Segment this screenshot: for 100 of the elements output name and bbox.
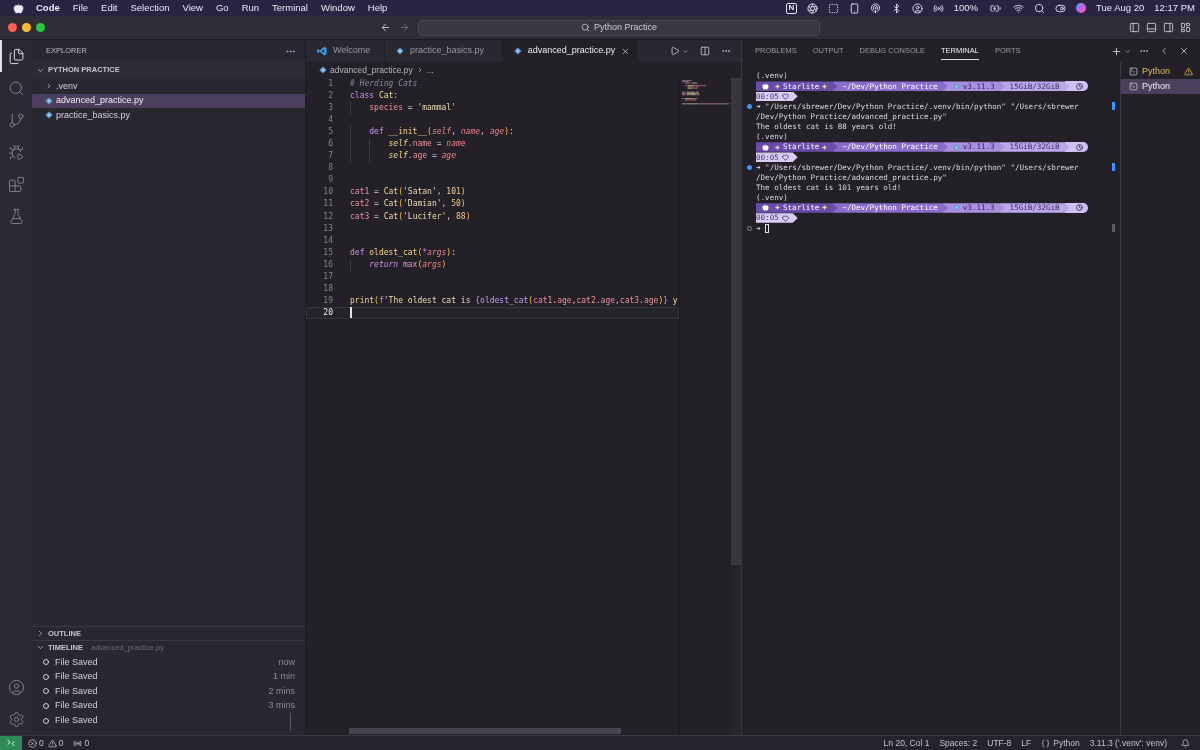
breadcrumb-item[interactable]: ...: [426, 63, 434, 77]
sparkle-icon: [775, 83, 780, 89]
plus-icon[interactable]: [1111, 45, 1122, 57]
chevron-down-icon[interactable]: [682, 47, 689, 55]
orb-icon[interactable]: [1076, 3, 1087, 13]
line-number: 11: [322, 198, 333, 211]
apple-icon[interactable]: [13, 2, 24, 14]
broadcast-icon[interactable]: [869, 2, 881, 14]
broadcast-waves-icon[interactable]: [932, 2, 944, 14]
forward-arrow-icon[interactable]: [399, 22, 410, 33]
remote-button[interactable]: [0, 736, 22, 750]
layout-icon[interactable]: [1180, 22, 1191, 33]
broadcast-waves-icon: [73, 738, 83, 748]
editor-tab[interactable]: advanced_practice.py: [503, 40, 637, 62]
close-icon[interactable]: [1179, 46, 1189, 56]
bell-icon[interactable]: [1181, 738, 1190, 748]
window-minimize-icon[interactable]: [22, 23, 31, 32]
back-arrow-icon[interactable]: [380, 22, 391, 33]
tree-item[interactable]: .venv: [32, 79, 305, 94]
split-editor-icon[interactable]: [700, 46, 710, 56]
tree-item[interactable]: advanced_practice.py: [32, 93, 305, 108]
ring-icon: [43, 688, 49, 695]
chevron-down-icon[interactable]: [1124, 47, 1131, 55]
line-number: 16: [322, 258, 333, 271]
menu-item[interactable]: Edit: [101, 0, 118, 16]
error-icon: [28, 738, 37, 748]
heart-icon: [781, 92, 789, 100]
menu-item[interactable]: View: [182, 0, 203, 16]
status-item[interactable]: 3.11.3 ('.venv': venv): [1089, 736, 1167, 750]
timestamp: 1 min: [273, 670, 295, 684]
minimap[interactable]: [682, 80, 730, 106]
apple-icon: [762, 82, 769, 90]
file-type-icon: [514, 47, 522, 55]
status-item[interactable]: Ln 20, Col 1: [883, 736, 930, 750]
scrollbar-thumb[interactable]: [289, 713, 291, 731]
timeline-entry[interactable]: File Saved: [55, 655, 98, 670]
timeline-entry[interactable]: File Saved: [55, 670, 98, 684]
code-line: self.name = name: [350, 138, 466, 151]
menu-item[interactable]: Go: [215, 0, 229, 16]
menu-bar-clock[interactable]: 12:17 PM: [1154, 0, 1195, 16]
sparkle-icon: [822, 144, 828, 150]
window-close-icon[interactable]: [8, 23, 17, 32]
terminal-session[interactable]: Python: [1121, 79, 1200, 94]
search-icon[interactable]: [1034, 2, 1046, 14]
breadcrumb-item[interactable]: advanced_practice.py: [330, 63, 413, 77]
warning-icon: [47, 738, 57, 748]
timeline-entry[interactable]: File Saved: [55, 713, 98, 728]
timestamp: 2 mins: [268, 684, 295, 698]
status-item[interactable]: LF: [1021, 736, 1032, 750]
editor-tab[interactable]: Welcome: [306, 40, 385, 62]
scrollbar-thumb[interactable]: [349, 728, 621, 734]
menu-bar-date[interactable]: Tue Aug 20: [1096, 0, 1145, 16]
menu-item[interactable]: Window: [321, 0, 355, 16]
tree-item[interactable]: practice_basics.py: [32, 108, 305, 123]
account-icon: [7, 678, 25, 696]
status-item[interactable]: Python: [1041, 736, 1080, 750]
panel-bottom-icon[interactable]: [1146, 22, 1157, 33]
letter-badge[interactable]: N: [785, 2, 797, 14]
apple-icon: [762, 143, 769, 151]
menu-item[interactable]: File: [72, 0, 89, 16]
command-center-button[interactable]: Python Practice: [418, 19, 820, 36]
battery-icon[interactable]: [988, 2, 1004, 14]
line-number: 18: [322, 282, 333, 295]
problems-button[interactable]: 0 0: [28, 736, 64, 750]
run-icon[interactable]: [670, 46, 680, 56]
status-item[interactable]: UTF-8: [987, 736, 1012, 750]
toggle-icon[interactable]: [1055, 2, 1067, 14]
window-zoom-icon[interactable]: [36, 23, 45, 32]
line-number: 8: [327, 162, 333, 175]
code-line: species = 'mammal': [350, 102, 456, 115]
line-number: 1: [327, 78, 333, 90]
dashed-square-icon[interactable]: [827, 2, 839, 14]
terminal-session[interactable]: Python: [1121, 64, 1200, 79]
sparkle-icon: [775, 205, 780, 211]
menu-item[interactable]: Help: [367, 0, 388, 16]
heart-icon: [781, 214, 789, 222]
user-icon[interactable]: [911, 2, 923, 14]
code-line: cat2 = Cat('Damian', 50): [350, 198, 466, 211]
menu-item[interactable]: Selection: [130, 0, 170, 16]
chevron-left-icon[interactable]: [1159, 46, 1169, 56]
wifi-icon[interactable]: [1013, 2, 1025, 14]
line-number: 10: [322, 186, 333, 199]
scrollbar-thumb[interactable]: [731, 78, 741, 565]
clock-icon: [1075, 204, 1083, 212]
timestamp: 3 mins: [268, 699, 295, 713]
phone-icon[interactable]: [848, 2, 860, 14]
terminal-icon: [1129, 67, 1138, 76]
menu-item[interactable]: Terminal: [272, 0, 308, 16]
braces-icon: [1041, 738, 1051, 748]
panel-left-icon[interactable]: [1129, 22, 1140, 33]
timeline-entry[interactable]: File Saved: [55, 684, 98, 699]
close-icon[interactable]: [621, 46, 630, 56]
menu-item[interactable]: Run: [241, 0, 260, 16]
ports-button[interactable]: 0: [73, 736, 90, 750]
status-item[interactable]: Spaces: 2: [939, 736, 978, 750]
menu-item[interactable]: Code: [36, 0, 60, 16]
timeline-entry[interactable]: File Saved: [55, 699, 98, 713]
file-type-icon: [45, 96, 53, 105]
panel-right-icon[interactable]: [1163, 22, 1174, 33]
aperture-icon[interactable]: [806, 2, 818, 14]
